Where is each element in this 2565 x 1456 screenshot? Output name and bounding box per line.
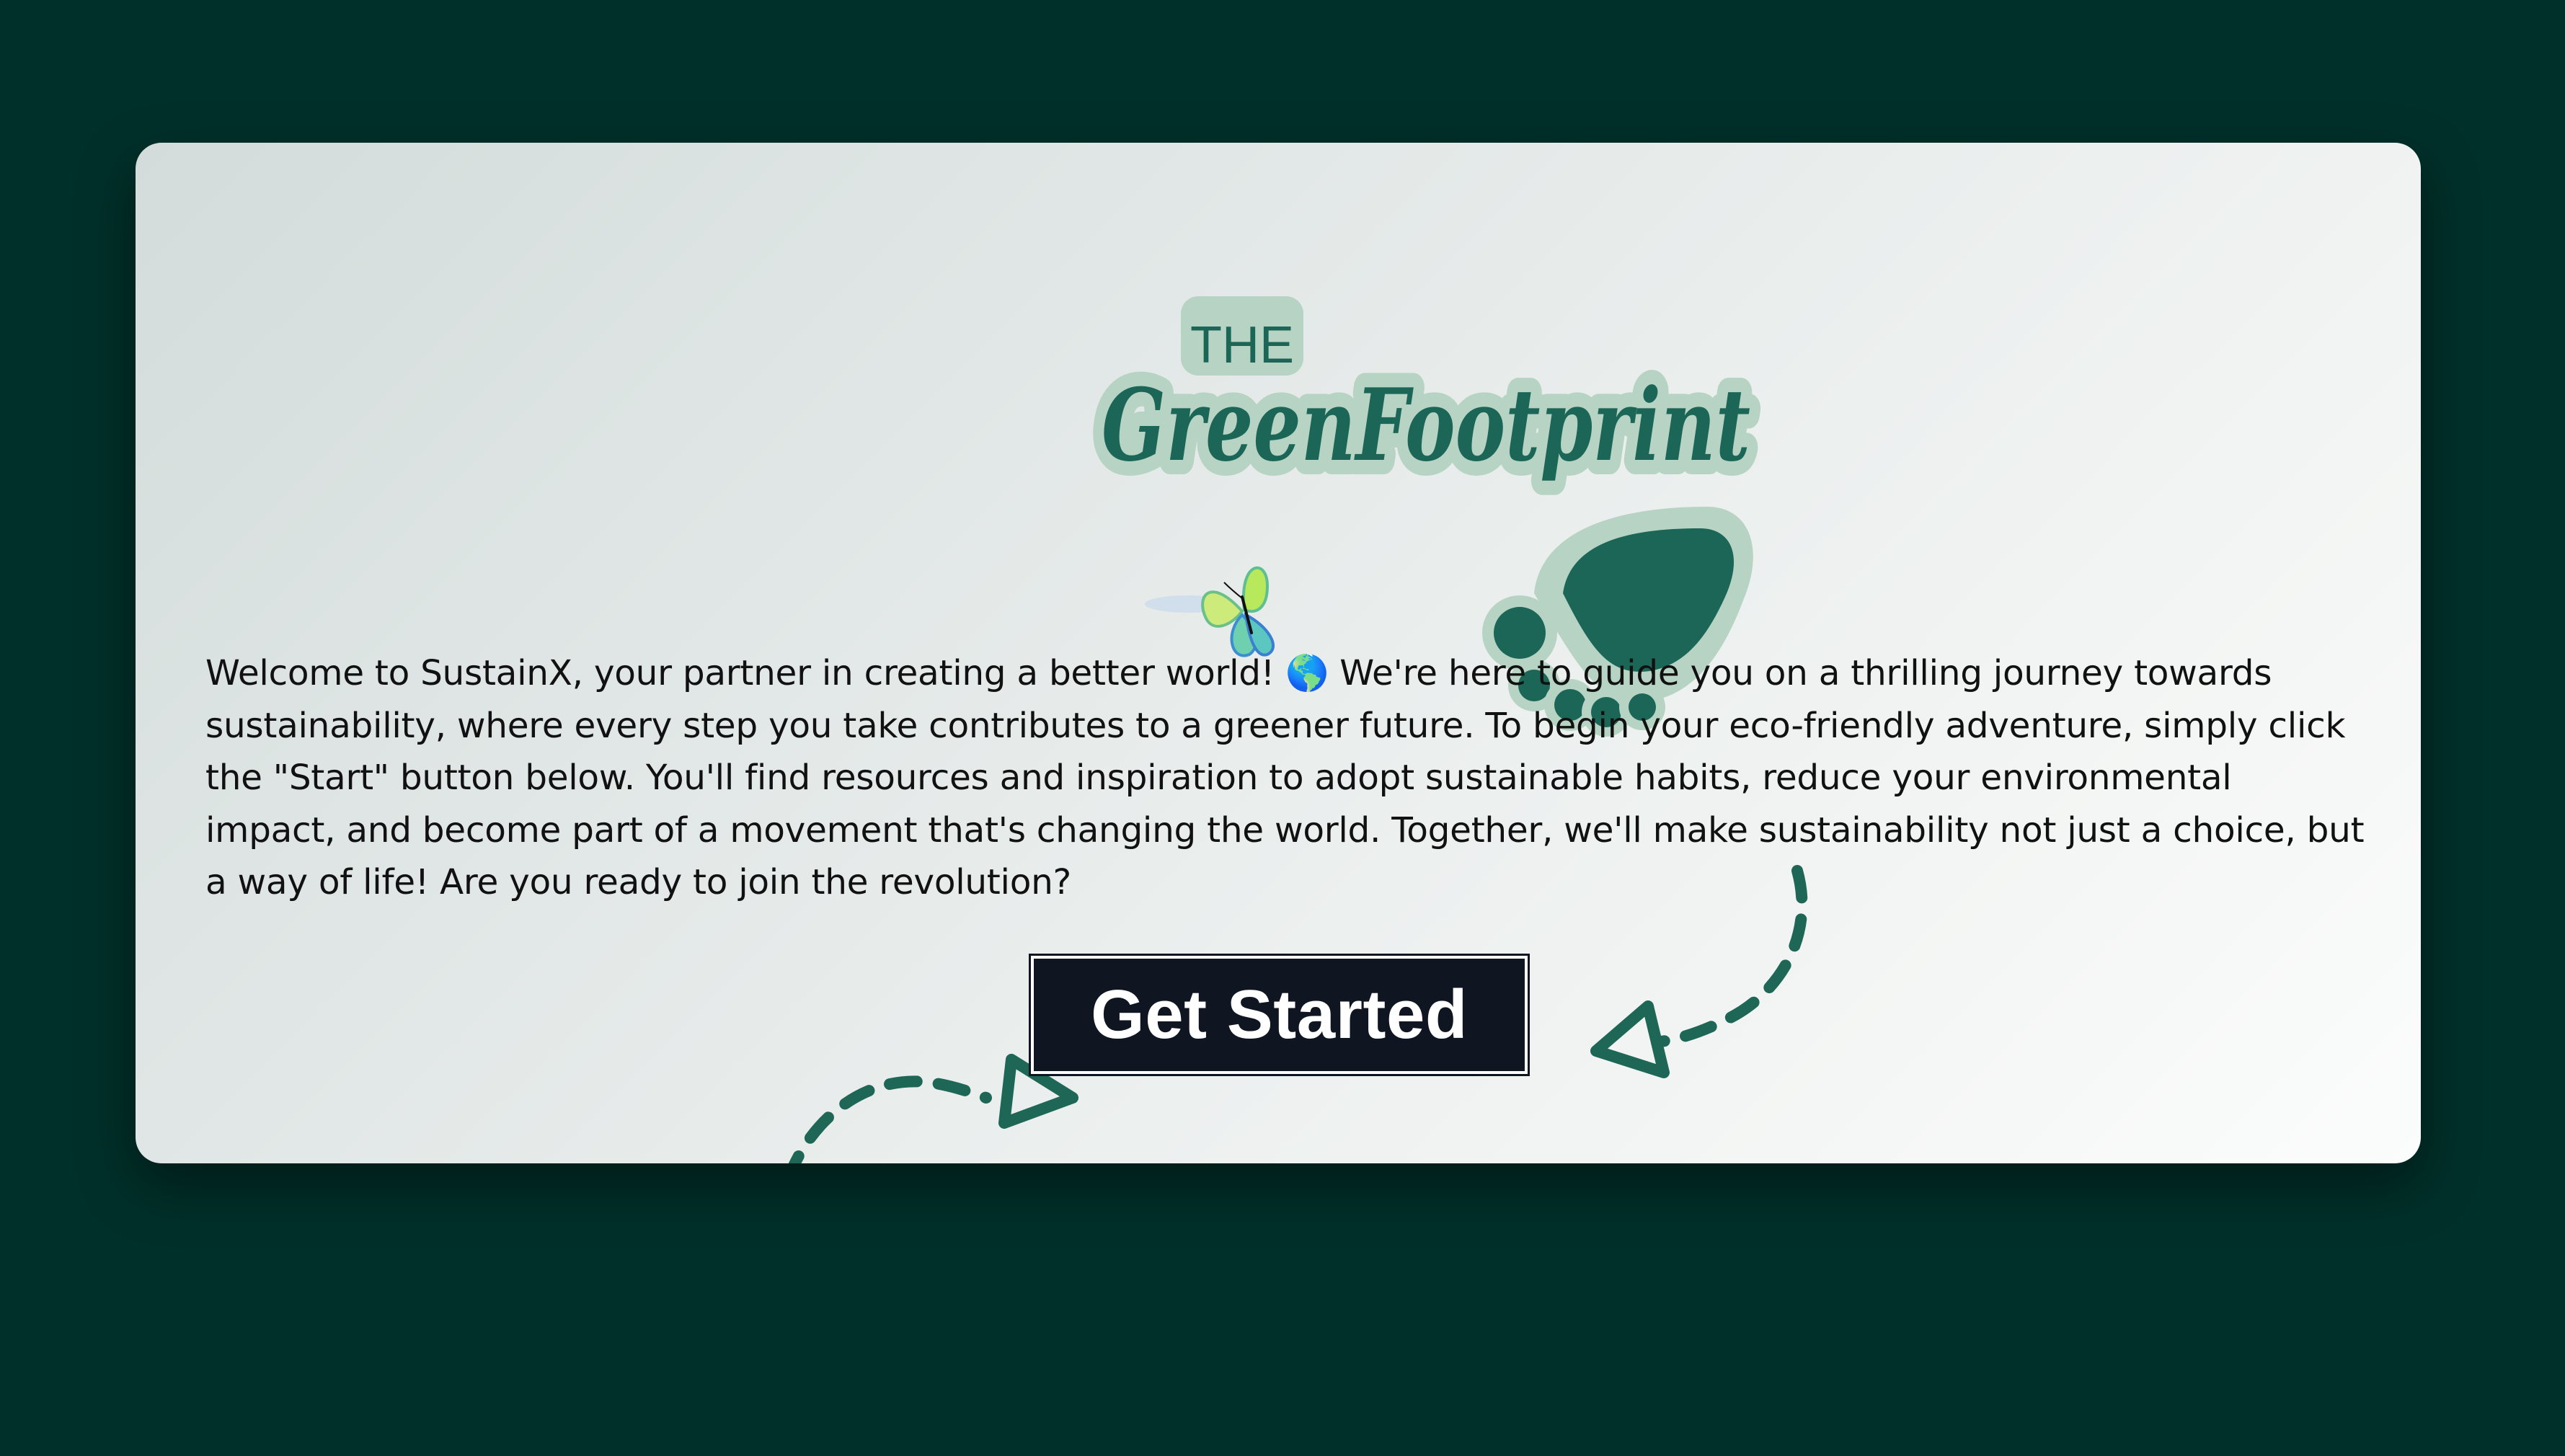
dashed-arrow-icon — [1590, 865, 1808, 1078]
logo-script-word: GreenFootprint — [1102, 366, 1750, 484]
get-started-button-frame: Get Started — [1029, 954, 1530, 1076]
logo-top-word: THE — [1190, 316, 1294, 374]
dashed-arrow-icon — [788, 1054, 1078, 1163]
welcome-card: THE GreenFootprint GreenFootprint Welcom… — [136, 143, 2421, 1163]
get-started-button[interactable]: Get Started — [1034, 959, 1525, 1071]
